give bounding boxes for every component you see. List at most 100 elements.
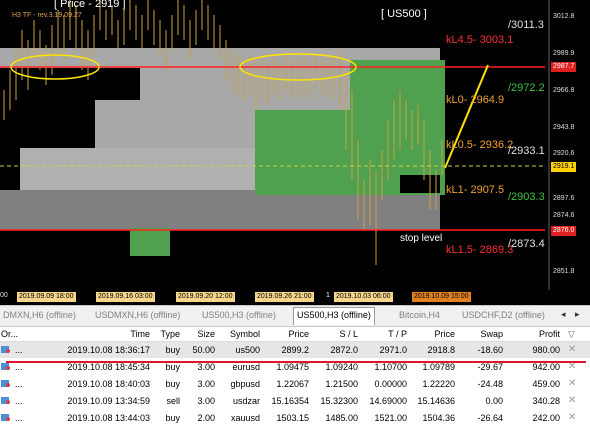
level-label-kl1-5: kL1.5- 2869.3 bbox=[446, 244, 514, 256]
order-swap: -26.64 bbox=[477, 413, 503, 423]
order-type: buy bbox=[165, 413, 180, 423]
order-price: 2899.2 bbox=[281, 345, 309, 355]
date-marker: 1 bbox=[326, 292, 330, 299]
axis-tick: 2966.8 bbox=[553, 87, 575, 94]
col-profit[interactable]: Profit bbox=[510, 327, 560, 341]
sort-indicator-icon[interactable]: ▽ bbox=[568, 327, 575, 341]
tab-us500-h3-active[interactable]: US500,H3 (offline) bbox=[293, 307, 375, 325]
date-edge-left: 00 bbox=[0, 292, 8, 299]
price-chart[interactable]: [ Price - 2919 ] H3 TF - rev.3.19.09.27 … bbox=[0, 0, 590, 305]
order-id: ... bbox=[15, 396, 23, 406]
order-size: 2.00 bbox=[197, 413, 215, 423]
order-tp: 14.69000 bbox=[369, 396, 407, 406]
order-current-price: 2918.8 bbox=[427, 345, 455, 355]
order-size: 50.00 bbox=[192, 345, 215, 355]
order-tp: 1521.00 bbox=[374, 413, 407, 423]
order-swap: -18.60 bbox=[477, 345, 503, 355]
axis-tick: 2851.8 bbox=[553, 268, 575, 275]
order-symbol: xauusd bbox=[230, 413, 260, 423]
date-label: 2019.09.16 03:00 bbox=[96, 292, 155, 302]
tab-bitcoin-h4[interactable]: Bitcoin,H4 bbox=[396, 308, 443, 323]
axis-tick: 2874.6 bbox=[553, 212, 575, 219]
order-profit: 340.28 bbox=[532, 396, 560, 406]
date-label: 2019.10.03 06:00 bbox=[334, 292, 393, 302]
stop-level-label: stop level bbox=[400, 233, 443, 244]
order-id: ... bbox=[15, 413, 23, 423]
col-swap[interactable]: Swap bbox=[457, 327, 503, 341]
orders-header: Or... Time Type Size Symbol Price S / L … bbox=[0, 327, 590, 342]
right-label-3: /2933.1 bbox=[508, 145, 545, 157]
order-sl: 15.32300 bbox=[320, 396, 358, 406]
price-tag-stop: 2876.0 bbox=[551, 226, 577, 236]
order-sl: 1.21500 bbox=[325, 379, 358, 389]
order-swap: -24.48 bbox=[477, 379, 503, 389]
order-current-price: 15.14636 bbox=[417, 396, 455, 406]
close-order-icon[interactable]: ✕ bbox=[568, 378, 576, 389]
date-label: 2019.09.26 21:00 bbox=[255, 292, 314, 302]
col-price[interactable]: Price bbox=[265, 327, 309, 341]
level-label-kl1: kL1- 2907.5 bbox=[446, 184, 505, 196]
col-current-price[interactable]: Price bbox=[411, 327, 455, 341]
order-profit: 242.00 bbox=[532, 413, 560, 423]
order-price: 15.16354 bbox=[271, 396, 309, 406]
order-sl: 2872.0 bbox=[330, 345, 358, 355]
col-type[interactable]: Type bbox=[150, 327, 180, 341]
order-size: 3.00 bbox=[197, 379, 215, 389]
chart-tab-bar: DMXN,H6 (offline) USDMXN,H6 (offline) US… bbox=[0, 305, 590, 327]
order-time: 2019.10.08 18:40:03 bbox=[67, 379, 150, 389]
ticket-icon bbox=[1, 363, 10, 370]
order-current-price: 1504.36 bbox=[422, 413, 455, 423]
order-price: 1.22067 bbox=[276, 379, 309, 389]
ticket-icon bbox=[1, 397, 10, 404]
tab-usdmxn-h6[interactable]: USDMXN,H6 (offline) bbox=[92, 308, 183, 323]
col-sl[interactable]: S / L bbox=[314, 327, 358, 341]
tab-dmxn-h6[interactable]: DMXN,H6 (offline) bbox=[0, 308, 79, 323]
col-time[interactable]: Time bbox=[100, 327, 150, 341]
order-current-price: 1.22220 bbox=[422, 379, 455, 389]
orders-table: Or... Time Type Size Symbol Price S / L … bbox=[0, 327, 590, 430]
ticket-icon bbox=[1, 380, 10, 387]
close-order-icon[interactable]: ✕ bbox=[568, 344, 576, 355]
order-row[interactable]: ... 2019.10.09 13:34:59 sell 3.00 usdzar… bbox=[0, 393, 590, 409]
order-tp: 2971.0 bbox=[379, 345, 407, 355]
axis-tick: 2920.6 bbox=[553, 150, 575, 157]
tab-scroll-left-icon[interactable]: ◂ bbox=[561, 309, 566, 320]
tab-us500-h3[interactable]: US500,H3 (offline) bbox=[199, 308, 279, 323]
order-tp: 0.00000 bbox=[374, 379, 407, 389]
order-sl: 1485.00 bbox=[325, 413, 358, 423]
order-time: 2019.10.08 18:36:17 bbox=[67, 345, 150, 355]
order-price: 1503.15 bbox=[276, 413, 309, 423]
order-size: 3.00 bbox=[197, 396, 215, 406]
order-row[interactable]: ... 2019.10.08 13:44:03 buy 2.00 xauusd … bbox=[0, 410, 590, 426]
order-profit: 459.00 bbox=[532, 379, 560, 389]
order-type: sell bbox=[166, 396, 180, 406]
order-id: ... bbox=[15, 345, 23, 355]
chart-title: [ Price - 2919 ] bbox=[54, 0, 126, 10]
col-tp[interactable]: T / P bbox=[363, 327, 407, 341]
close-order-icon[interactable]: ✕ bbox=[568, 395, 576, 406]
order-symbol: us500 bbox=[235, 345, 260, 355]
order-profit: 980.00 bbox=[532, 345, 560, 355]
price-tag-resistance: 2987.7 bbox=[551, 62, 577, 72]
symbol-label: [ US500 ] bbox=[381, 8, 427, 20]
ticket-icon bbox=[1, 346, 10, 353]
axis-tick: 2897.6 bbox=[553, 195, 575, 202]
close-order-icon[interactable]: ✕ bbox=[568, 412, 576, 423]
right-label-5: /2873.4 bbox=[508, 238, 545, 250]
level-label-kl0: kL0- 2964.9 bbox=[446, 94, 505, 106]
order-row[interactable]: ... 2019.10.08 18:40:03 buy 3.00 gbpusd … bbox=[0, 376, 590, 392]
chart-subtitle: H3 TF - rev.3.19.09.27 bbox=[12, 12, 82, 19]
date-axis: 00 2019.09.09 18:00 2019.09.16 03:00 201… bbox=[0, 290, 590, 305]
axis-tick: 2989.9 bbox=[553, 50, 575, 57]
col-order[interactable]: Or... bbox=[1, 327, 18, 341]
col-size[interactable]: Size bbox=[185, 327, 215, 341]
order-time: 2019.10.08 13:44:03 bbox=[67, 413, 150, 423]
tab-scroll-right-icon[interactable]: ▸ bbox=[575, 309, 580, 320]
order-time: 2019.10.09 13:34:59 bbox=[67, 396, 150, 406]
order-row[interactable]: ... 2019.10.08 18:36:17 buy 50.00 us500 … bbox=[0, 342, 590, 358]
order-type: buy bbox=[165, 379, 180, 389]
date-label: 2019.09.09 18:00 bbox=[17, 292, 76, 302]
col-symbol[interactable]: Symbol bbox=[218, 327, 260, 341]
annotation-underline bbox=[6, 361, 586, 363]
tab-usdchf-d2[interactable]: USDCHF,D2 (offline) bbox=[459, 308, 548, 323]
